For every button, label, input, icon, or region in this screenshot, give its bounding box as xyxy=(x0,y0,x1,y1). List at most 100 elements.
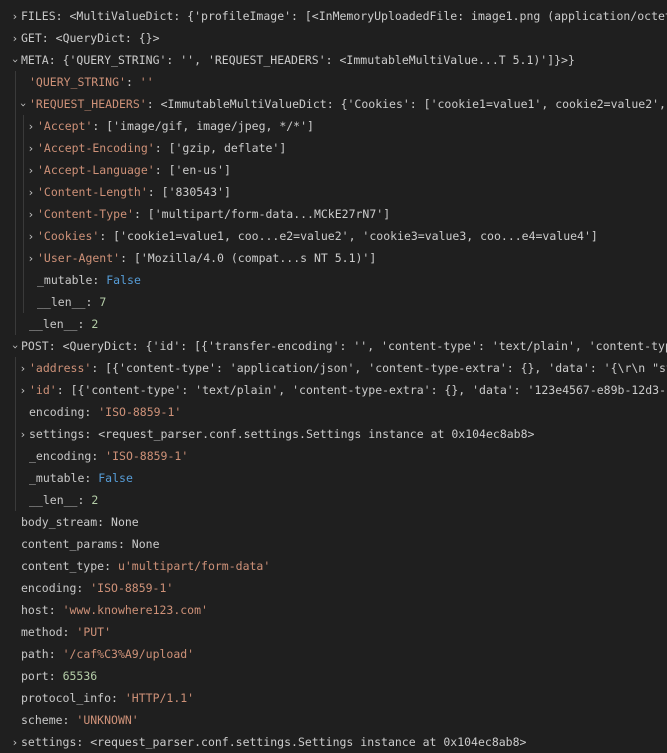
variable-value: ['image/gif, image/jpeg, */*'] xyxy=(106,119,314,133)
variable-value: None xyxy=(131,537,160,551)
chevron-right-icon[interactable]: › xyxy=(25,248,37,269)
variable-row[interactable]: ›content_params: None xyxy=(0,533,667,555)
variable-row[interactable]: ›_mutable: False xyxy=(0,269,667,291)
variable-value: ['en-us'] xyxy=(168,163,231,177)
indent-guide xyxy=(15,269,16,291)
variable-row[interactable]: ›scheme: 'UNKNOWN' xyxy=(0,709,667,731)
variable-row[interactable]: ›'REQUEST_HEADERS': <ImmutableMultiValue… xyxy=(0,93,667,115)
name-value-separator: : xyxy=(91,361,106,375)
indent-guide xyxy=(15,225,16,247)
name-value-separator: : xyxy=(84,405,99,419)
chevron-right-icon[interactable]: › xyxy=(25,226,37,247)
variable-name: __len__ xyxy=(29,493,78,507)
variable-row[interactable]: ›__len__: 2 xyxy=(0,489,667,511)
variable-value: ['cookie1=value1, coo...e2=value2', 'coo… xyxy=(113,229,598,243)
chevron-right-icon[interactable]: › xyxy=(25,138,37,159)
variable-name: body_stream xyxy=(21,515,98,529)
variable-row[interactable]: ›_mutable: False xyxy=(0,467,667,489)
name-value-separator: : xyxy=(76,735,91,749)
chevron-down-icon[interactable]: › xyxy=(4,55,26,67)
variable-row[interactable]: › GET: <QueryDict: {}> xyxy=(0,27,667,49)
variable-row[interactable]: › FILES: <MultiValueDict: {'profileImage'… xyxy=(0,5,667,27)
variable-row[interactable]: ›__len__: 7 xyxy=(0,291,667,313)
variable-row[interactable]: ›content_type: u'multipart/form-data' xyxy=(0,555,667,577)
variable-row[interactable]: ›protocol_info: 'HTTP/1.1' xyxy=(0,687,667,709)
variable-row[interactable]: › settings: <request_parser.conf.settings… xyxy=(0,423,667,445)
variable-row[interactable]: ›'QUERY_STRING': '' xyxy=(0,71,667,93)
variable-name: encoding xyxy=(21,581,77,595)
variable-row[interactable]: ›encoding: 'ISO-8859-1' xyxy=(0,577,667,599)
variable-name: 'Cookies' xyxy=(37,229,100,243)
chevron-right-icon[interactable]: › xyxy=(25,204,37,225)
variable-value: 'ISO-8859-1' xyxy=(90,581,174,595)
variable-name: port xyxy=(21,669,49,683)
chevron-right-icon[interactable]: › xyxy=(9,732,21,753)
variable-row[interactable]: ›method: 'PUT' xyxy=(0,621,667,643)
variable-name: 'id' xyxy=(29,383,57,397)
name-value-separator: : xyxy=(117,537,132,551)
name-value-separator: : xyxy=(99,229,114,243)
name-value-separator: : xyxy=(91,449,106,463)
chevron-right-icon[interactable]: › xyxy=(17,358,29,379)
name-value-separator: : xyxy=(133,207,148,221)
variable-row[interactable]: › 'Accept-Encoding': ['gzip, deflate'] xyxy=(0,137,667,159)
variable-row[interactable]: ›META: {'QUERY_STRING': '', 'REQUEST_HEA… xyxy=(0,49,667,71)
name-value-separator: : xyxy=(77,493,92,507)
indent-guide xyxy=(15,423,16,445)
name-value-separator: : xyxy=(84,471,99,485)
variable-value: 'UNKNOWN' xyxy=(76,713,139,727)
indent-guide xyxy=(23,269,24,291)
variable-name: 'address' xyxy=(29,361,92,375)
name-value-separator: : xyxy=(111,691,125,705)
indent-guide xyxy=(15,203,16,225)
variable-row[interactable]: › settings: <request_parser.conf.settings… xyxy=(0,731,667,753)
variable-row[interactable]: ›host: 'www.knowhere123.com' xyxy=(0,599,667,621)
variable-name: settings xyxy=(21,735,77,749)
variable-row[interactable]: ›path: '/caf%C3%A9/upload' xyxy=(0,643,667,665)
indent-guide xyxy=(15,467,16,489)
chevron-right-icon[interactable]: › xyxy=(17,424,29,445)
name-value-separator: : xyxy=(62,625,77,639)
indent-guide xyxy=(15,181,16,203)
indent-guide xyxy=(15,313,16,335)
variable-row[interactable]: ›body_stream: None xyxy=(0,511,667,533)
chevron-right-icon[interactable]: › xyxy=(9,28,21,49)
variable-row[interactable]: › 'Cookies': ['cookie1=value1, coo...e2=v… xyxy=(0,225,667,247)
variable-name: 'Content-Type' xyxy=(37,207,134,221)
name-value-separator: : xyxy=(84,427,99,441)
variable-value: 2 xyxy=(91,493,99,507)
variable-row[interactable]: › 'Content-Type': ['multipart/form-data..… xyxy=(0,203,667,225)
variable-row[interactable]: ›'address': [{'content-type': 'applicati… xyxy=(0,357,667,379)
variable-name: _mutable xyxy=(37,273,93,287)
chevron-right-icon[interactable]: › xyxy=(25,160,37,181)
name-value-separator: : xyxy=(76,581,91,595)
variable-value: 'PUT' xyxy=(76,625,112,639)
variable-row[interactable]: ›_encoding: 'ISO-8859-1' xyxy=(0,445,667,467)
chevron-down-icon[interactable]: › xyxy=(4,341,26,353)
name-value-separator: : xyxy=(55,9,70,23)
variable-row[interactable]: ›port: 65536 xyxy=(0,665,667,687)
variable-row[interactable]: ›__len__: 2 xyxy=(0,313,667,335)
indent-guide xyxy=(15,489,16,511)
variable-row[interactable]: › 'Accept-Language': ['en-us'] xyxy=(0,159,667,181)
chevron-right-icon[interactable]: › xyxy=(9,6,21,27)
variable-value: ['gzip, deflate'] xyxy=(168,141,287,155)
variable-row[interactable]: › 'User-Agent': ['Mozilla/4.0 (compat...s… xyxy=(0,247,667,269)
variable-value: ['830543'] xyxy=(161,185,231,199)
variable-row[interactable]: ›'id': [{'content-type': 'text/plain', '… xyxy=(0,379,667,401)
name-value-separator: : xyxy=(85,295,100,309)
name-value-separator: : xyxy=(154,141,169,155)
variable-row[interactable]: ›encoding: 'ISO-8859-1' xyxy=(0,401,667,423)
variable-row[interactable]: › 'Accept': ['image/gif, image/jpeg, */*'… xyxy=(0,115,667,137)
variable-row[interactable]: › 'Content-Length': ['830543'] xyxy=(0,181,667,203)
chevron-right-icon[interactable]: › xyxy=(25,182,37,203)
chevron-down-icon[interactable]: › xyxy=(12,99,34,111)
variable-value: '/caf%C3%A9/upload' xyxy=(62,647,195,661)
chevron-right-icon[interactable]: › xyxy=(25,116,37,137)
variable-name: content_type xyxy=(21,559,105,573)
variable-value: None xyxy=(111,515,139,529)
chevron-right-icon[interactable]: › xyxy=(17,380,29,401)
indent-guide xyxy=(23,137,24,159)
variable-name: settings xyxy=(29,427,85,441)
variable-row[interactable]: ›POST: <QueryDict: {'id': [{'transfer-en… xyxy=(0,335,667,357)
